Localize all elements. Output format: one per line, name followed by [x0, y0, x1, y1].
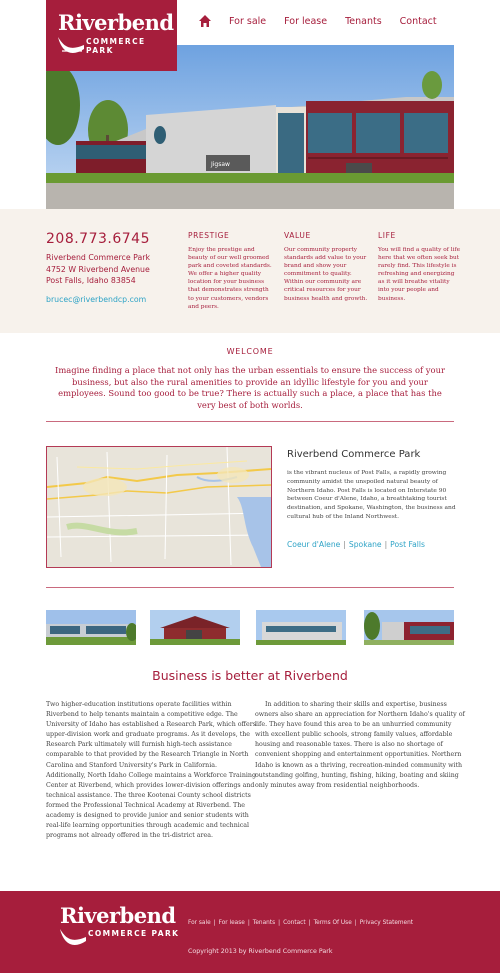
- nav-contact[interactable]: Contact: [400, 16, 437, 27]
- svg-text:Jigsaw: Jigsaw: [210, 161, 230, 168]
- email-link[interactable]: brucec@riverbendcp.com: [46, 295, 146, 304]
- address: Riverbend Commerce Park 4752 W Riverbend…: [46, 252, 150, 287]
- logo-subtitle: COMMERCE PARK: [86, 37, 146, 55]
- value-column: VALUE Our community property standards a…: [284, 231, 368, 303]
- city-link-spokane[interactable]: Spokane: [349, 540, 382, 549]
- contact-band: 208.773.6745 Riverbend Commerce Park 475…: [0, 209, 500, 333]
- business-column-right: In addition to sharing their skills and …: [255, 700, 465, 791]
- footer-link-terms[interactable]: Terms Of Use: [314, 920, 352, 926]
- park-title: Riverbend Commerce Park: [287, 449, 421, 460]
- column-title: PRESTIGE: [188, 231, 230, 240]
- footer-link-privacy[interactable]: Privacy Statement: [360, 920, 413, 926]
- footer: Riverbend COMMERCE PARK For sale | For lea…: [0, 891, 500, 973]
- address-line: Post Falls, Idaho 83854: [46, 276, 136, 285]
- building-thumbnail[interactable]: [256, 610, 346, 645]
- separator: |: [343, 540, 346, 549]
- home-icon[interactable]: [198, 14, 212, 28]
- column-text: You will find a quality of life here tha…: [378, 247, 461, 302]
- column-title: LIFE: [378, 231, 396, 240]
- city-links: Coeur d'Alene | Spokane | Post Falls: [287, 540, 425, 549]
- park-description: is the vibrant nucleus of Post Falls, a …: [287, 470, 456, 520]
- building-thumbnail[interactable]: [364, 610, 454, 645]
- nav-for-lease[interactable]: For lease: [284, 16, 327, 27]
- nav-for-sale[interactable]: For sale: [229, 16, 266, 27]
- business-title: Business is better at Riverbend: [152, 668, 348, 683]
- separator: |: [384, 540, 388, 549]
- column-title: VALUE: [284, 231, 311, 240]
- logo[interactable]: Riverbend COMMERCE PARK: [46, 0, 177, 71]
- building-thumbnail[interactable]: [46, 610, 136, 645]
- business-paragraph: In addition to sharing their skills and …: [255, 701, 465, 789]
- business-column-left: Two higher-education institutions operat…: [46, 700, 256, 841]
- business-paragraph: Two higher-education institutions operat…: [46, 701, 256, 840]
- building-thumbnail[interactable]: [150, 610, 240, 645]
- logo-swoosh-icon: [58, 37, 84, 53]
- address-line: Riverbend Commerce Park: [46, 253, 150, 262]
- footer-logo-swoosh-icon: [60, 929, 86, 945]
- column-text: Our community property standards add val…: [284, 247, 368, 302]
- phone-number[interactable]: 208.773.6745: [46, 231, 150, 247]
- footer-logo-wordmark[interactable]: Riverbend: [60, 903, 176, 928]
- footer-link-tenants[interactable]: Tenants: [253, 920, 275, 926]
- logo-wordmark: Riverbend: [58, 10, 174, 35]
- separator: |: [354, 920, 357, 926]
- city-link-post-falls[interactable]: Post Falls: [390, 540, 425, 549]
- column-text: Enjoy the prestige and beauty of our wel…: [188, 247, 272, 310]
- footer-link-for-lease[interactable]: For lease: [219, 920, 245, 926]
- separator: |: [308, 920, 311, 926]
- prestige-column: PRESTIGE Enjoy the prestige and beauty o…: [188, 231, 272, 311]
- welcome-title: WELCOME: [226, 347, 274, 356]
- main-nav: For sale For lease Tenants Contact: [198, 14, 455, 28]
- address-line: 4752 W Riverbend Avenue: [46, 264, 150, 274]
- life-column: LIFE You will find a quality of life her…: [378, 231, 462, 303]
- separator: |: [278, 920, 281, 926]
- footer-link-for-sale[interactable]: For sale: [188, 920, 211, 926]
- footer-logo-subtitle: COMMERCE PARK: [88, 929, 180, 938]
- footer-link-contact[interactable]: Contact: [283, 920, 306, 926]
- welcome-text: Imagine finding a place that not only ha…: [55, 365, 445, 410]
- area-map[interactable]: [46, 446, 272, 568]
- separator: |: [247, 920, 250, 926]
- divider: [46, 421, 454, 422]
- nav-tenants[interactable]: Tenants: [345, 16, 382, 27]
- separator: |: [213, 920, 216, 926]
- city-link-coeur-dalene[interactable]: Coeur d'Alene: [287, 540, 340, 549]
- footer-links: For sale | For lease | Tenants | Contact | Terms…: [188, 920, 413, 926]
- divider: [46, 587, 454, 588]
- copyright: Copyright 2013 by Riverbend Commerce Par…: [188, 948, 333, 955]
